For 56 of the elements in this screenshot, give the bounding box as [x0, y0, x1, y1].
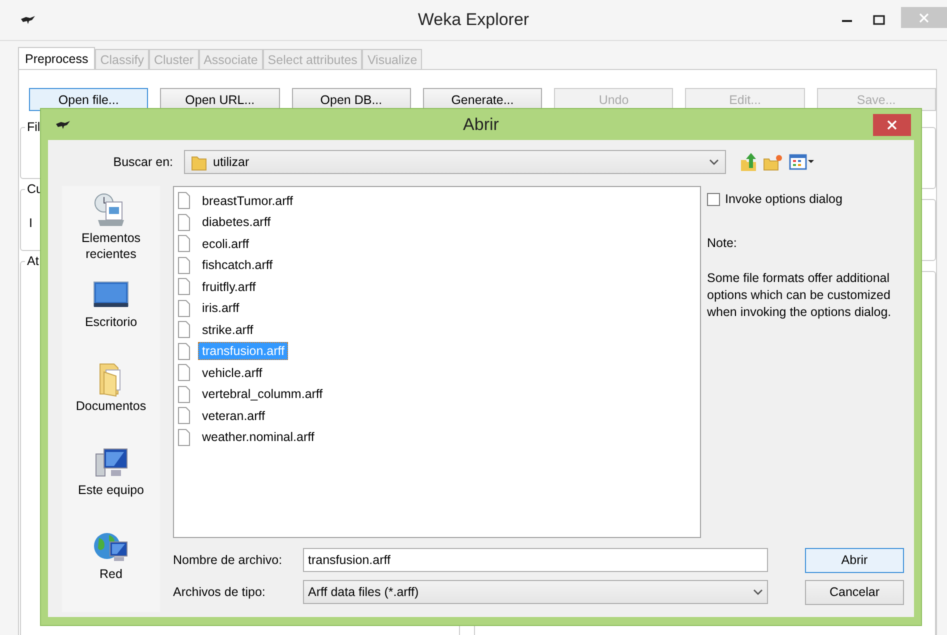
- maximize-icon: [873, 15, 885, 25]
- file-type-label: Archivos de tipo:: [173, 585, 266, 599]
- file-item[interactable]: vehicle.arff: [198, 364, 266, 382]
- file-icon: [178, 428, 190, 446]
- place-item[interactable]: Red: [64, 566, 158, 582]
- file-item[interactable]: vertebral_columm.arff: [198, 385, 327, 404]
- new-folder-icon[interactable]: [763, 153, 783, 171]
- file-name-label: Nombre de archivo:: [173, 553, 284, 567]
- file-item[interactable]: breastTumor.arff: [198, 192, 298, 210]
- chevron-down-icon: [753, 588, 763, 596]
- dialog-button[interactable]: Abrir: [805, 548, 904, 572]
- look-in-dropdown[interactable]: utilizar: [184, 150, 726, 174]
- chevron-down-icon: [709, 158, 719, 166]
- file-icon: [178, 256, 190, 274]
- view-menu-icon[interactable]: [789, 153, 814, 171]
- file-item[interactable]: strike.arff: [198, 320, 258, 339]
- file-item[interactable]: fishcatch.arff: [198, 256, 277, 274]
- look-in-label: Buscar en:: [112, 155, 173, 169]
- close-icon: [919, 12, 929, 22]
- place-item[interactable]: Este equipo: [64, 482, 158, 498]
- panel-label: At: [25, 254, 41, 268]
- checkbox[interactable]: [707, 192, 720, 206]
- note-text: Some file formats offer additional options which can be customized when invoking the options dialog.: [707, 270, 892, 321]
- file-icon: [178, 235, 190, 252]
- file-icon: [178, 192, 190, 210]
- note-title: Note:: [707, 236, 738, 250]
- bird-icon: [55, 120, 71, 130]
- dialog-title: Abrir: [463, 115, 499, 134]
- tab[interactable]: Preprocess: [18, 47, 96, 69]
- dialog-button[interactable]: Cancelar: [805, 580, 904, 604]
- file-icon: [178, 300, 190, 317]
- close-button[interactable]: [873, 114, 911, 136]
- file-name-field[interactable]: transfusion.arff: [303, 548, 768, 572]
- file-item[interactable]: veteran.arff: [198, 406, 270, 425]
- window-title: Weka Explorer: [418, 10, 530, 29]
- file-type-dropdown[interactable]: Arff data files (*.arff): [303, 580, 768, 604]
- place-item[interactable]: Documentos: [64, 398, 158, 414]
- file-icon: [178, 342, 190, 360]
- file-icon: [178, 321, 190, 338]
- file-icon: [178, 386, 190, 403]
- bird-icon: [20, 15, 36, 25]
- checkbox-label: Invoke options dialog: [725, 192, 842, 206]
- file-item[interactable]: ecoli.arff: [198, 234, 254, 253]
- place-item[interactable]: Escritorio: [64, 314, 158, 330]
- file-icon: [178, 278, 190, 296]
- file-item[interactable]: weather.nominal.arff: [198, 428, 318, 446]
- relation-label: I: [29, 216, 32, 230]
- file-item[interactable]: fruitfly.arff: [198, 278, 260, 296]
- close-icon: [887, 120, 897, 130]
- file-item[interactable]: iris.arff: [198, 299, 244, 318]
- file-icon: [178, 364, 190, 382]
- place-item[interactable]: Elementos recientes: [64, 230, 158, 262]
- file-item[interactable]: diabetes.arff: [198, 213, 275, 232]
- file-icon: [178, 407, 190, 424]
- file-icon: [178, 214, 190, 231]
- up-folder-icon[interactable]: [740, 152, 757, 172]
